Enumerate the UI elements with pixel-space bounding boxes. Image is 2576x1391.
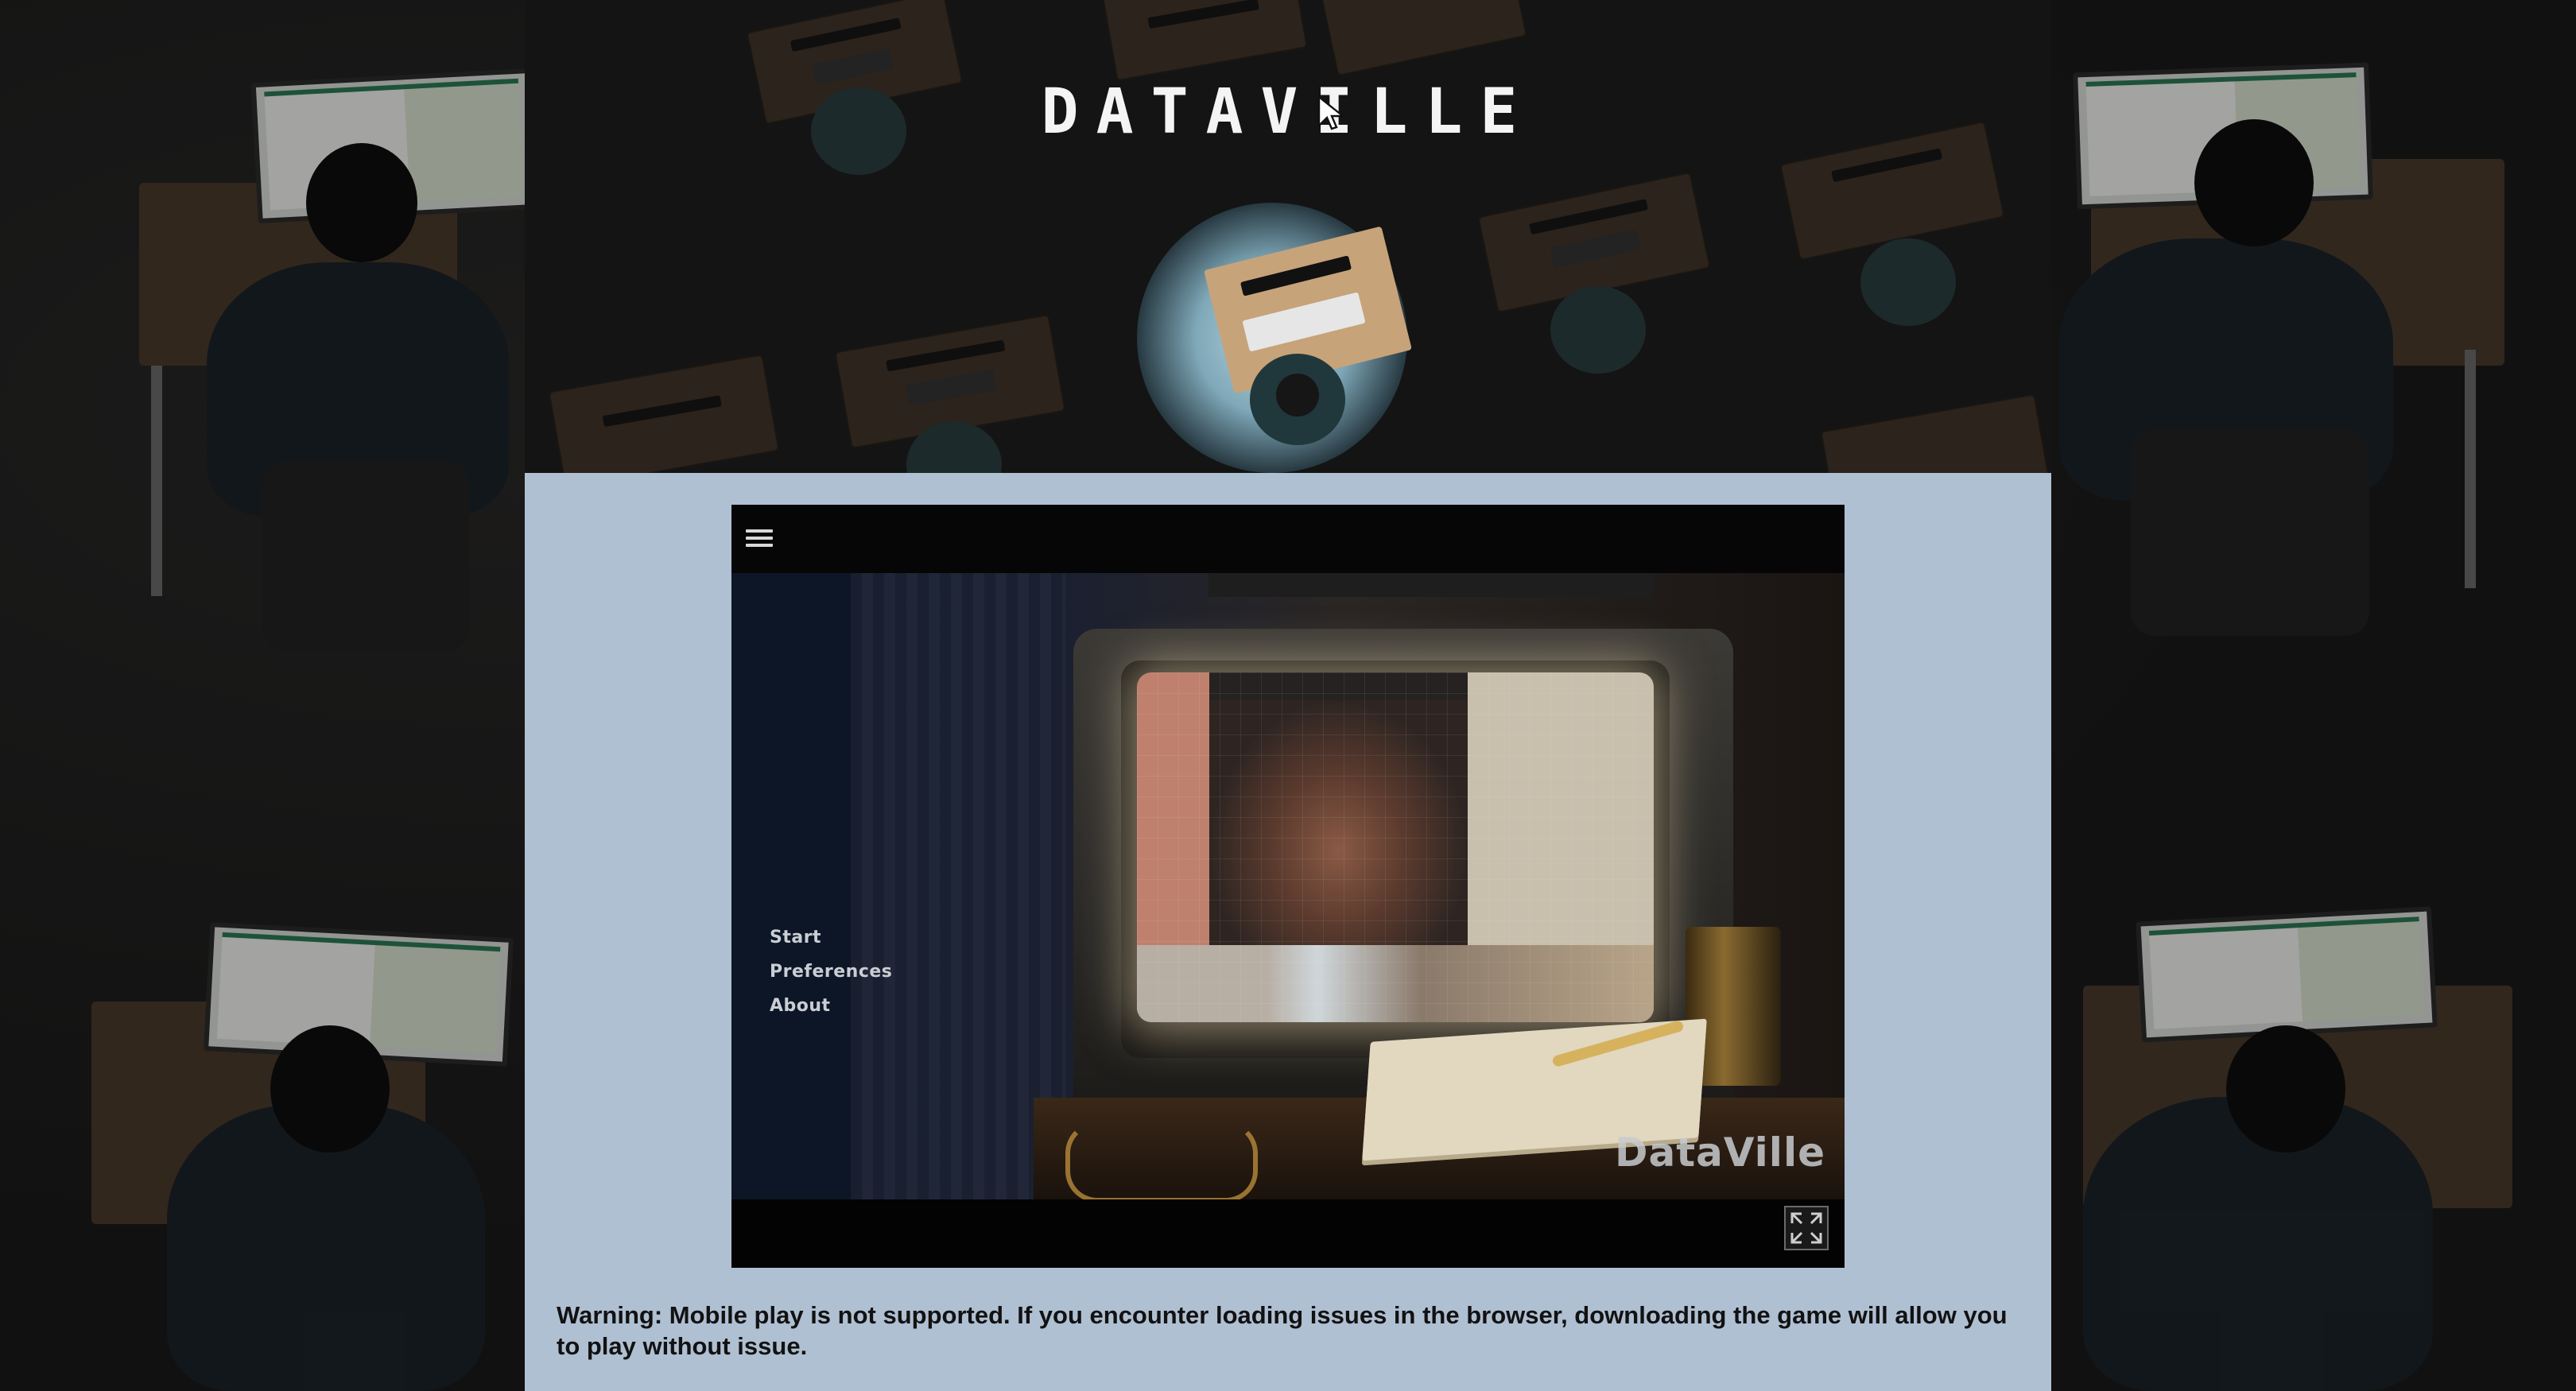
banner-person [1860, 238, 1956, 326]
pixelated-screen [1137, 672, 1654, 1022]
scene-shelf [1208, 573, 1654, 597]
page-column: DATAVILLE Start Preferences About DataVi… [525, 0, 2051, 1391]
menu-item-about[interactable]: About [770, 989, 892, 1023]
eyeglasses [1065, 1122, 1258, 1199]
banner-desk [1821, 395, 2050, 473]
cursor-icon [1317, 95, 1346, 130]
content-area: Start Preferences About DataVille Warnin… [525, 473, 2051, 1391]
fullscreen-expand-icon[interactable] [1784, 1206, 1829, 1250]
mobile-warning: Warning: Mobile play is not supported. I… [557, 1301, 2008, 1360]
game-title-scene: Start Preferences About DataVille [731, 573, 1845, 1199]
header-banner: DATAVILLE [525, 0, 2051, 473]
game-bottom-bar [731, 1199, 1845, 1268]
menu-item-start[interactable]: Start [770, 920, 892, 955]
game-title-watermark: DataVille [1614, 1129, 1825, 1176]
spotlight-person-head [1276, 374, 1319, 417]
scene-wall [731, 573, 859, 1199]
main-menu: Start Preferences About [770, 920, 892, 1023]
banner-desk [549, 355, 778, 473]
menu-item-preferences[interactable]: Preferences [770, 955, 892, 989]
banner-desk [1321, 0, 1526, 75]
hamburger-menu-icon[interactable] [746, 525, 773, 552]
site-logo: DATAVILLE [1041, 76, 1535, 148]
game-frame[interactable]: Start Preferences About DataVille [731, 505, 1845, 1268]
banner-person [1550, 286, 1646, 374]
game-top-bar [731, 505, 1845, 573]
banner-desk [1103, 0, 1306, 80]
